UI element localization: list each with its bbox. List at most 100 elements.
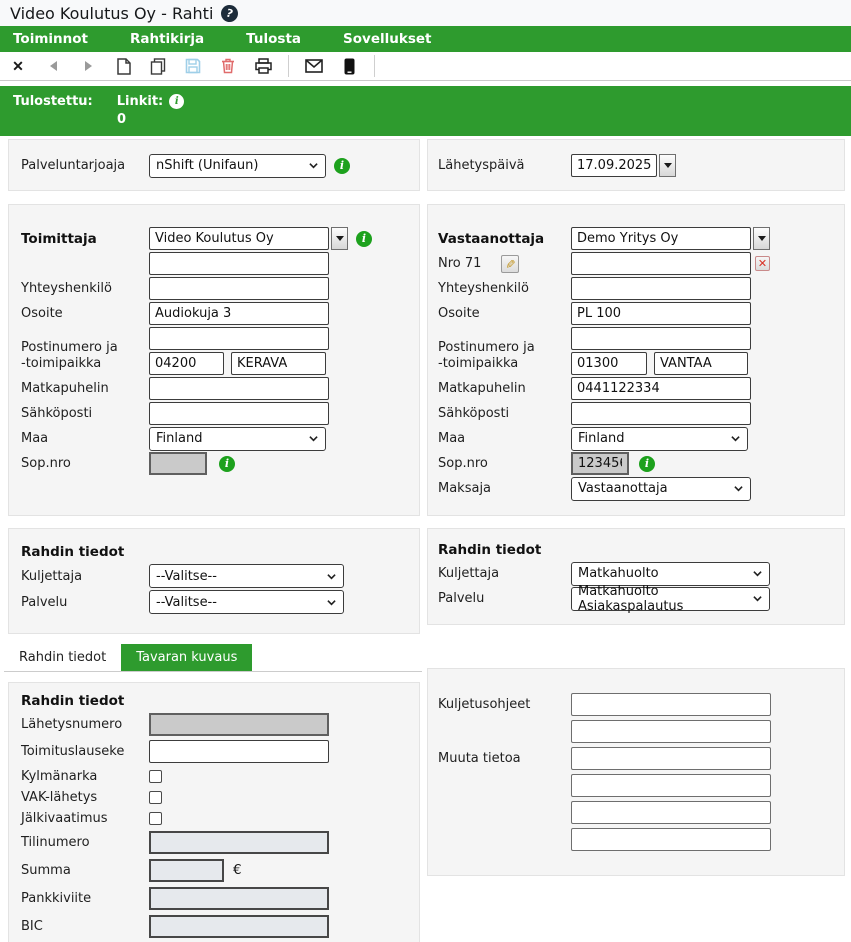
sender-name-dropdown-button[interactable] <box>331 227 348 250</box>
sender-country-label: Maa <box>21 431 149 446</box>
freight-receiver-carrier-select[interactable]: Matkahuolto <box>571 562 770 586</box>
tab-tavaran-kuvaus[interactable]: Tavaran kuvaus <box>121 644 252 671</box>
shipment-number-input <box>149 713 329 736</box>
freight-sender-carrier-select[interactable]: --Valitse-- <box>149 564 344 588</box>
other-info-label: Muuta tietoa <box>438 751 571 766</box>
sender-contract-info-icon[interactable]: i <box>219 456 235 472</box>
clear-receiver-button[interactable]: ✕ <box>755 256 770 271</box>
previous-button[interactable] <box>43 55 63 77</box>
delete-button[interactable] <box>218 55 238 77</box>
receiver-address-input[interactable] <box>571 302 751 325</box>
edit-receiver-number-button[interactable]: ✎ <box>501 255 519 273</box>
receiver-contact-label: Yhteyshenkilö <box>438 281 571 296</box>
transport-instructions-input-1[interactable] <box>571 693 771 716</box>
mobile-button[interactable] <box>339 55 359 77</box>
freight-sender-service-select[interactable]: --Valitse-- <box>149 590 344 614</box>
menu-item-toiminnot[interactable]: Toiminnot <box>13 31 88 47</box>
sender-name2-input[interactable] <box>149 252 329 275</box>
application-window: Video Koulutus Oy - Rahti ? Toiminnot Ra… <box>0 0 851 942</box>
receiver-contract-info-icon[interactable]: i <box>639 456 655 472</box>
ship-date-input[interactable] <box>571 154 657 177</box>
sender-city-input[interactable] <box>231 352 326 375</box>
other-info-input-1[interactable] <box>571 747 771 770</box>
sender-mobile-input[interactable] <box>149 377 329 400</box>
vak-checkbox[interactable] <box>149 791 162 804</box>
email-button[interactable] <box>304 55 324 77</box>
next-button[interactable] <box>78 55 98 77</box>
menu-item-tulosta[interactable]: Tulosta <box>246 31 301 47</box>
receiver-city-input[interactable] <box>654 352 748 375</box>
printer-icon <box>255 58 272 74</box>
toolbar: ✕ <box>0 52 851 81</box>
cold-sensitive-checkbox[interactable] <box>149 770 162 783</box>
new-document-icon <box>116 58 131 75</box>
receiver-payer-select[interactable]: Vastaanottaja <box>571 477 751 501</box>
receiver-number-label: Nro 71 ✎ <box>438 255 571 273</box>
sender-address-input[interactable] <box>149 302 329 325</box>
tab-rahdin-tiedot[interactable]: Rahdin tiedot <box>4 644 121 671</box>
sender-name-input[interactable] <box>149 227 329 250</box>
close-icon: ✕ <box>12 59 24 73</box>
freight-details-panel: Rahdin tiedot Lähetysnumero Toimituslaus… <box>8 682 420 942</box>
receiver-country-select[interactable]: Finland <box>571 427 748 451</box>
dropdown-arrow-icon <box>758 236 766 241</box>
sender-postal-code-input[interactable] <box>149 352 224 375</box>
freight-receiver-service-select[interactable]: Matkahuolto Asiakaspalautus <box>571 587 770 611</box>
cold-sensitive-label: Kylmänarka <box>21 769 149 784</box>
receiver-email-label: Sähköposti <box>438 406 571 421</box>
print-button[interactable] <box>253 55 273 77</box>
provider-info-icon[interactable]: i <box>334 158 350 174</box>
cod-checkbox[interactable] <box>149 812 162 825</box>
provider-panel: Palveluntarjoaja nShift (Unifaun) i <box>8 139 420 191</box>
receiver-address2-input[interactable] <box>571 327 751 350</box>
freight-sender-panel: Rahdin tiedot Kuljettaja --Valitse-- Pal… <box>8 528 420 634</box>
other-info-input-3[interactable] <box>571 801 771 824</box>
close-button[interactable]: ✕ <box>8 55 28 77</box>
chevron-down-icon <box>327 572 336 581</box>
transport-instructions-input-2[interactable] <box>571 720 771 743</box>
receiver-mobile-label: Matkapuhelin <box>438 381 571 396</box>
links-info-icon[interactable]: i <box>169 94 184 109</box>
sum-label: Summa <box>21 863 149 878</box>
sum-input <box>149 859 224 882</box>
receiver-contact-input[interactable] <box>571 277 751 300</box>
other-info-input-4[interactable] <box>571 828 771 851</box>
provider-select[interactable]: nShift (Unifaun) <box>149 154 326 178</box>
menu-item-rahtikirja[interactable]: Rahtikirja <box>130 31 204 47</box>
sender-email-input[interactable] <box>149 402 329 425</box>
receiver-email-input[interactable] <box>571 402 751 425</box>
sender-info-icon[interactable]: i <box>356 231 372 247</box>
trash-icon <box>221 58 235 74</box>
copy-button[interactable] <box>148 55 168 77</box>
dropdown-arrow-icon <box>664 163 672 168</box>
sender-postal-label: Postinumero ja -toimipaikka <box>21 340 149 372</box>
receiver-name-input[interactable] <box>571 227 751 250</box>
receiver-country-label: Maa <box>438 431 571 446</box>
chevron-down-icon <box>731 434 740 443</box>
menu-item-sovellukset[interactable]: Sovellukset <box>343 31 431 47</box>
sender-country-select[interactable]: Finland <box>149 427 326 451</box>
receiver-name-dropdown-button[interactable] <box>753 227 770 250</box>
delivery-clause-input[interactable] <box>149 740 329 763</box>
sender-address2-input[interactable] <box>149 327 329 350</box>
receiver-postal-code-input[interactable] <box>571 352 647 375</box>
freight-receiver-service-label: Palvelu <box>438 591 571 606</box>
sender-contact-label: Yhteyshenkilö <box>21 281 149 296</box>
chevron-down-icon <box>753 569 762 578</box>
sender-contact-input[interactable] <box>149 277 329 300</box>
new-document-button[interactable] <box>113 55 133 77</box>
extra-info-panel: Kuljetusohjeet Muuta tietoa <box>427 668 845 876</box>
other-info-input-2[interactable] <box>571 774 771 797</box>
receiver-mobile-input[interactable] <box>571 377 751 400</box>
chevron-down-icon <box>734 484 743 493</box>
bank-reference-label: Pankkiviite <box>21 891 149 906</box>
save-button[interactable] <box>183 55 203 77</box>
links-label: Linkit: <box>117 94 164 109</box>
receiver-title: Vastaanottaja <box>438 231 571 247</box>
ship-date-dropdown-button[interactable] <box>659 154 676 177</box>
toolbar-divider <box>288 55 289 77</box>
receiver-name2-input[interactable] <box>571 252 751 275</box>
chevron-down-icon <box>309 434 318 443</box>
receiver-address-label: Osoite <box>438 306 571 321</box>
help-icon[interactable]: ? <box>219 2 240 23</box>
